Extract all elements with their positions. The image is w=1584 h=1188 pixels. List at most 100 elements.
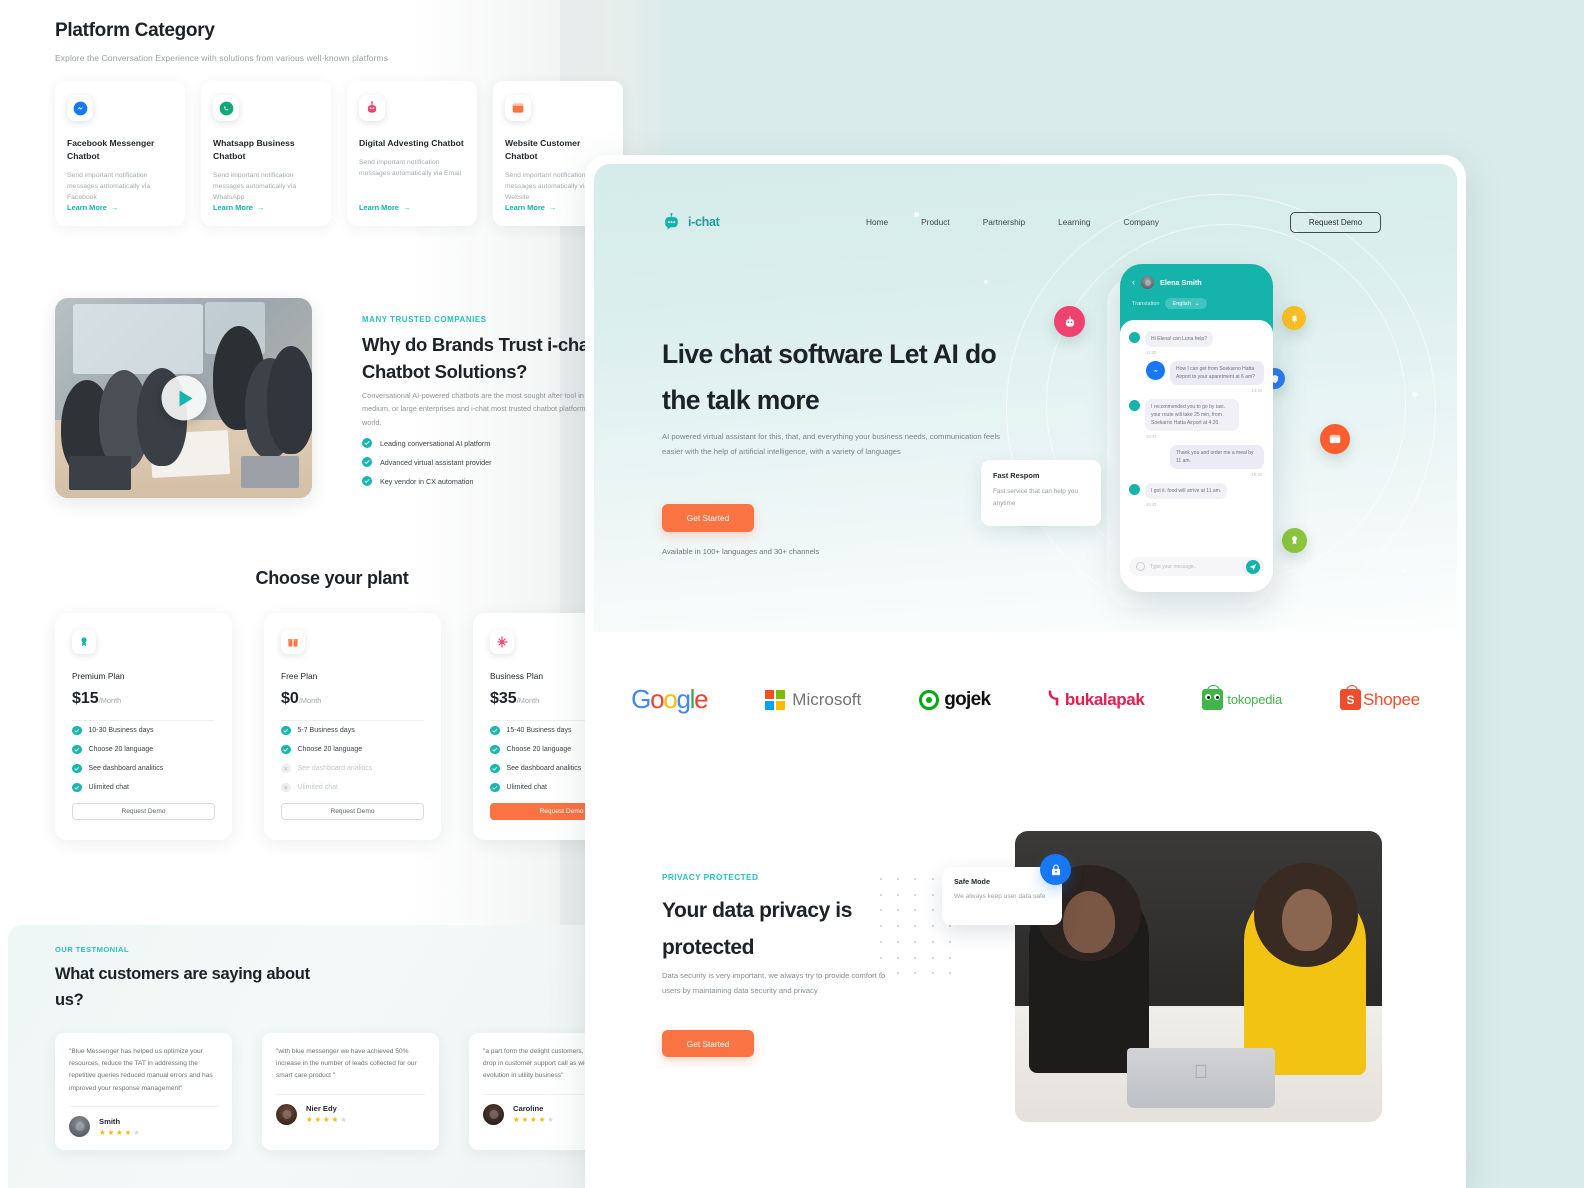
nav-item-product[interactable]: Product [921, 217, 950, 227]
platform-desc: Send important notification messages aut… [213, 171, 297, 201]
avatar [276, 1103, 297, 1125]
star-empty-icon: ★ [133, 1127, 142, 1137]
person-face [1063, 891, 1115, 953]
shopee-bag-icon: S [1340, 685, 1361, 710]
back-icon[interactable]: ‹ [1132, 278, 1135, 287]
privacy-get-started-button[interactable]: Get Started [662, 1030, 754, 1057]
platform-name: Facebook Messenger Chatbot [67, 138, 155, 161]
chat-message-bot: I recommended you to go by taxi. your ro… [1129, 399, 1264, 431]
translation-row: Translation English ⌄ [1132, 298, 1261, 309]
learn-more-link[interactable]: Learn More → [213, 203, 264, 212]
nav-item-learning[interactable]: Learning [1058, 217, 1090, 227]
site-navbar: i-chat Home Product Partnership Learning… [594, 207, 1457, 237]
plan-feature-disabled: See dashboard analitics [281, 759, 424, 778]
testimonial-quote: "Blue Messenger has helped us optimize y… [69, 1048, 213, 1092]
window-icon[interactable] [1320, 424, 1350, 454]
phone-device: ‹ Elena Smith Translation English ⌄ Hi E… [1120, 264, 1273, 592]
hero-body: AI powered virtual assistant for this, t… [662, 432, 1000, 457]
bot-avatar-icon [1129, 484, 1140, 495]
plan-period: /Month [516, 696, 540, 705]
list-item: Advanced virtual assistant provider [362, 453, 491, 471]
whatsapp-icon [213, 95, 239, 121]
laptop:  [1127, 1048, 1275, 1108]
hero-headline: Live chat software Let AI do the talk mo… [662, 339, 997, 415]
robot-icon[interactable] [1054, 306, 1085, 337]
partner-logo-band: Google Microsoft gojek ᓭ bukalapak tokop… [594, 632, 1457, 802]
bell-icon[interactable] [1282, 306, 1306, 330]
language-value: English [1172, 300, 1191, 307]
brand-logo[interactable]: i-chat [662, 212, 720, 232]
plan-feature-label: Ulimited chat [88, 784, 129, 791]
check-icon [72, 763, 82, 774]
arrow-right-icon: → [256, 203, 265, 212]
platform-name: Digital Advesting Chatbot [359, 138, 464, 148]
chat-header-row: ‹ Elena Smith [1132, 276, 1261, 289]
page-subtitle: Explore the Conversation Experience with… [55, 53, 388, 63]
plan-amount: $0 [281, 690, 299, 707]
pricing-card-list: Premium Plan $15/Month 10-30 Business da… [55, 613, 650, 840]
language-select[interactable]: English ⌄ [1165, 298, 1207, 309]
check-icon [72, 782, 82, 793]
trust-bullet-list: Leading conversational AI platform Advan… [362, 434, 491, 491]
platform-card[interactable]: Digital Advesting Chatbot Send important… [347, 81, 477, 226]
testimonial-eyebrow: OUR TESTMONIAL [55, 945, 129, 954]
privacy-eyebrow: PRIVACY PROTECTED [662, 872, 759, 882]
gift-icon [281, 630, 305, 654]
check-icon [490, 744, 500, 755]
nav-links: Home Product Partnership Learning Compan… [866, 217, 1159, 227]
window-background [73, 304, 203, 374]
learn-more-link[interactable]: Learn More → [505, 203, 556, 212]
plan-price: $15/Month [72, 690, 215, 708]
plan-name: Premium Plan [72, 671, 125, 681]
hero-get-started-button[interactable]: Get Started [662, 504, 754, 532]
chat-message-bot: I got it. food will arrive at 11 am. [1129, 483, 1264, 499]
emoji-icon[interactable] [1136, 562, 1145, 571]
learn-more-link[interactable]: Learn More → [67, 203, 118, 212]
nav-request-demo-button[interactable]: Request Demo [1290, 211, 1381, 233]
video-thumbnail[interactable] [55, 298, 312, 498]
arrow-right-icon: → [110, 203, 119, 212]
chat-bubble: How I can get from Soekarno Hatta Airpor… [1170, 361, 1264, 385]
disabled-icon [281, 763, 291, 774]
send-icon[interactable] [1246, 559, 1260, 574]
pricing-card-free[interactable]: Free Plan $0/Month 5-7 Business days Cho… [264, 613, 441, 840]
plan-feature: Ulimited chat [72, 778, 215, 797]
check-icon [362, 476, 372, 486]
bot-avatar-icon [1129, 400, 1140, 411]
check-icon [281, 744, 291, 755]
disabled-icon [281, 782, 291, 793]
plan-period: /Month [298, 696, 322, 705]
play-button[interactable] [161, 375, 206, 421]
plan-feature-disabled: Ulimited chat [281, 778, 424, 797]
chat-timestamp: 15:41 [1146, 434, 1157, 439]
trust-bullet-label: Leading conversational AI platform [380, 438, 491, 448]
request-demo-button[interactable]: Request Demo [72, 803, 215, 820]
platform-card-list: Facebook Messenger Chatbot Send importan… [55, 81, 623, 226]
request-demo-button[interactable]: Request Demo [281, 803, 424, 820]
list-item: Leading conversational AI platform [362, 434, 491, 452]
platform-card[interactable]: Whatsapp Business Chatbot Send important… [201, 81, 331, 226]
nav-item-partnership[interactable]: Partnership [983, 217, 1025, 227]
avatar [483, 1103, 504, 1125]
gojek-mark-icon [919, 689, 940, 710]
learn-more-link[interactable]: Learn More → [359, 203, 410, 212]
check-icon [362, 438, 372, 448]
fast-response-title: Fast Respom [993, 471, 1040, 480]
chat-message-user: How I can get from Soekarno Hatta Airpor… [1129, 361, 1264, 385]
pricing-card-premium[interactable]: Premium Plan $15/Month 10-30 Business da… [55, 613, 232, 840]
chevron-down-icon: ⌄ [1194, 300, 1200, 307]
plan-feature-label: 5-7 Business days [297, 727, 355, 734]
hero-note: Available in 100+ languages and 30+ chan… [662, 547, 820, 556]
chat-message-user: Thank you and order me a meal by 11 am. [1129, 445, 1264, 469]
platform-card[interactable]: Facebook Messenger Chatbot Send importan… [55, 81, 185, 226]
chat-input-bar[interactable]: Type your message.. [1129, 557, 1264, 576]
check-icon [281, 725, 291, 736]
divider [69, 1105, 218, 1107]
plan-name: Free Plan [281, 671, 318, 681]
badge-icon[interactable] [1282, 528, 1307, 553]
plan-feature: See dashboard analitics [72, 759, 215, 778]
testimonial-title: What customers are saying about us? [55, 965, 310, 1009]
plan-feature: Choose 20 language [72, 740, 215, 759]
nav-item-home[interactable]: Home [866, 217, 888, 227]
nav-item-company[interactable]: Company [1123, 217, 1159, 227]
